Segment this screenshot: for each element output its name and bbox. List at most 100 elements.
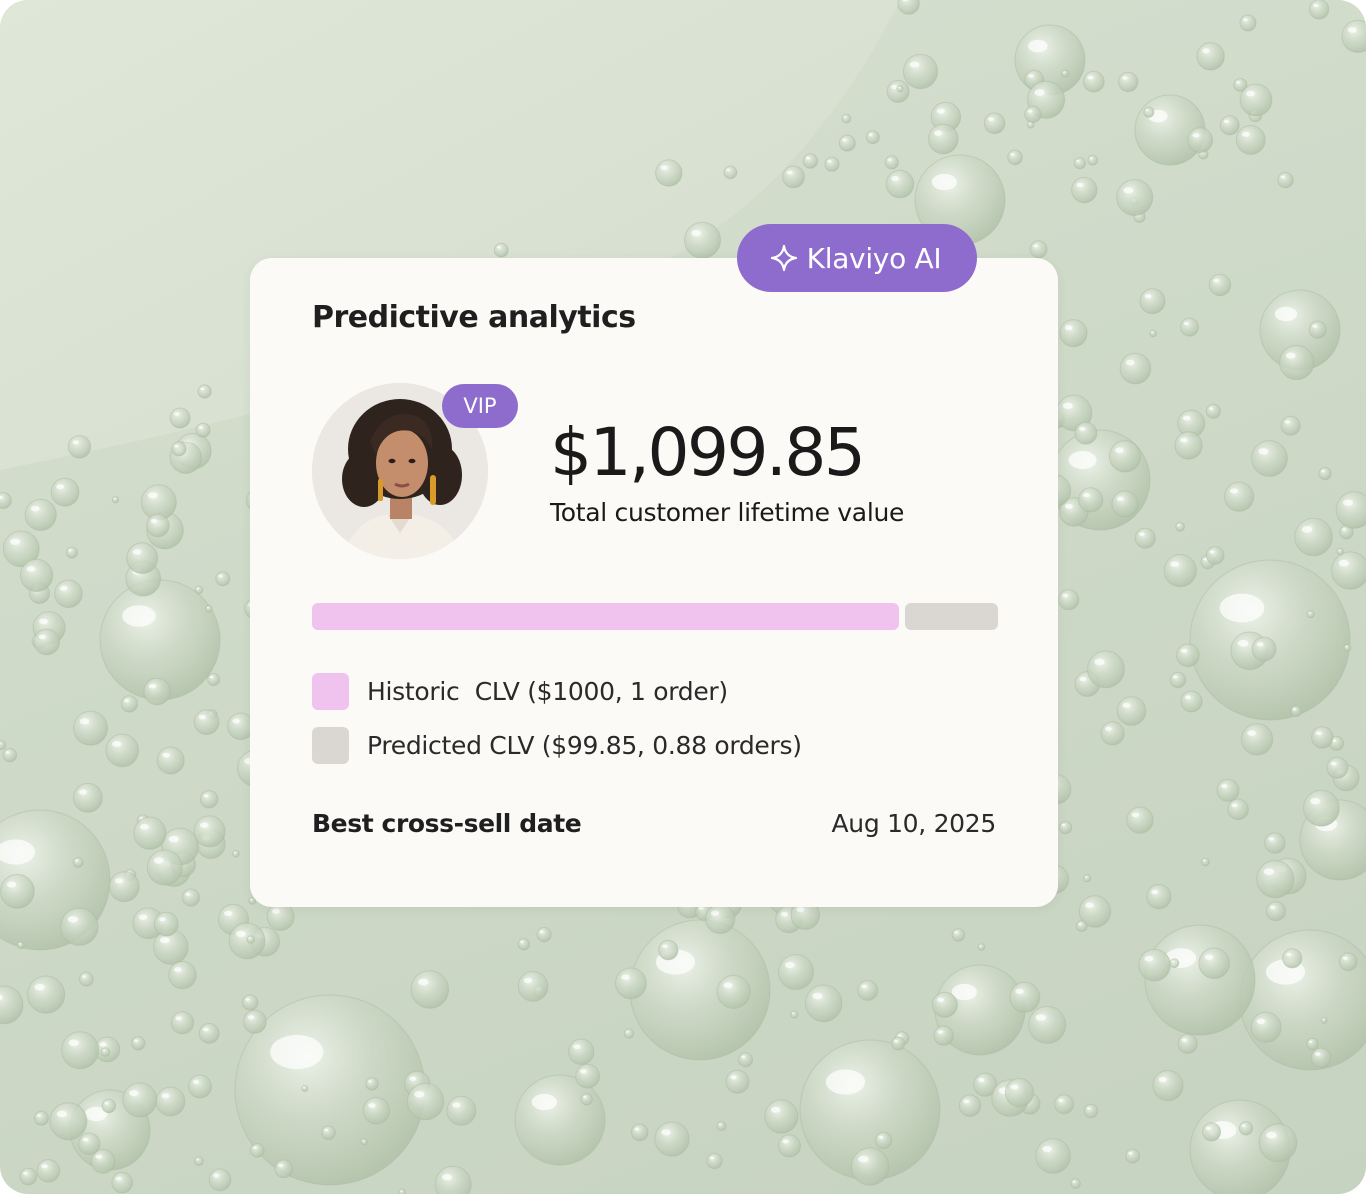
bubble [0, 873, 35, 909]
bubble-highlight [1145, 109, 1149, 111]
bubble [983, 112, 1006, 135]
bubble [1216, 778, 1240, 802]
bubble-highlight [843, 116, 846, 118]
bubble-highlight [792, 1012, 795, 1014]
bubble [131, 1036, 146, 1051]
bubble-highlight [400, 1190, 402, 1192]
bubble [1224, 481, 1255, 512]
bubble-highlight [418, 978, 429, 986]
bubble-highlight [198, 715, 206, 720]
bubble [169, 407, 191, 429]
bubble-highlight [1063, 71, 1065, 73]
bubble-highlight [1237, 639, 1249, 647]
bubble [1116, 179, 1154, 216]
bubble [1208, 273, 1232, 297]
bubble [865, 130, 880, 145]
bubble [658, 939, 679, 961]
bubble-highlight [82, 975, 86, 978]
bubble-highlight [825, 1069, 866, 1095]
legend-item-historic: Historic CLV ($1000, 1 order) [312, 673, 728, 710]
bubble [406, 1082, 445, 1121]
bubble-highlight [1058, 1098, 1064, 1103]
bubble [73, 710, 108, 746]
klaviyo-ai-badge[interactable]: Klaviyo AI [737, 224, 977, 292]
bubble [804, 984, 843, 1023]
bubble [1227, 798, 1249, 821]
bubble-highlight [660, 165, 668, 171]
bubble [1126, 806, 1154, 834]
bubble [951, 928, 966, 942]
bubble-highlight [662, 944, 668, 948]
bubble-highlight [784, 961, 795, 969]
bubble [568, 1038, 595, 1066]
bubble [1029, 240, 1048, 259]
bubble-highlight [786, 170, 793, 175]
bubble-highlight [203, 1027, 209, 1032]
bubble-highlight [158, 917, 166, 922]
bubble [1111, 490, 1139, 518]
bubble [802, 153, 819, 169]
bubble-highlight [23, 1171, 28, 1175]
bubble-highlight [1308, 1040, 1313, 1043]
bubble [1100, 721, 1125, 746]
bubble [1250, 1011, 1282, 1043]
bubble [50, 477, 80, 507]
bubble-highlight [232, 718, 240, 724]
bubble-highlight [1078, 922, 1082, 925]
total-clv-value: $1,099.85 [550, 414, 866, 491]
bubble-highlight [1015, 988, 1024, 994]
bubble [1251, 636, 1277, 662]
bubble-highlight [1064, 325, 1073, 331]
bubble [857, 979, 879, 1001]
bubble-highlight [1010, 153, 1015, 156]
bubble-highlight [1247, 730, 1256, 736]
bubble-highlight [805, 156, 810, 160]
bubble [111, 1171, 133, 1194]
bubble [933, 1025, 954, 1046]
bubble [65, 546, 78, 559]
bubble-highlight [936, 108, 945, 114]
bubble [1169, 671, 1187, 689]
bubble [60, 907, 99, 946]
bubble-highlight [200, 387, 205, 391]
bubble [1028, 1005, 1067, 1044]
bubble [1294, 517, 1333, 557]
bubble [243, 1009, 267, 1034]
bubble [146, 849, 183, 886]
bubble-highlight [1068, 451, 1097, 469]
bubble-highlight [102, 1049, 106, 1052]
bubble [1219, 115, 1240, 136]
bubble-highlight [324, 1128, 328, 1132]
bubble-highlight [441, 1173, 452, 1181]
bubble [824, 156, 840, 172]
bubble-highlight [539, 930, 544, 933]
bubble-highlight [937, 1030, 943, 1034]
card-title: Predictive analytics [312, 300, 636, 335]
bubble [168, 960, 197, 990]
bubble-highlight [741, 1055, 746, 1059]
bubble [26, 975, 66, 1014]
bubble [782, 165, 805, 189]
bubble-highlight [209, 676, 214, 679]
bubble-highlight [1139, 532, 1145, 536]
bubble-highlight [583, 1096, 587, 1098]
bubble-highlight [1268, 837, 1275, 841]
bubble [1336, 547, 1344, 556]
bubble [1335, 491, 1366, 529]
bubble-highlight [162, 752, 170, 758]
bubble-highlight [1223, 119, 1230, 124]
bubble [1078, 487, 1104, 513]
bubble-highlight [207, 607, 209, 609]
bubble-highlight [1122, 76, 1128, 80]
bubble-highlight [796, 906, 805, 913]
bubble-highlight [134, 1039, 138, 1042]
bubble-highlight [1241, 1124, 1246, 1127]
bubble-highlight [621, 974, 630, 980]
bubble [208, 1168, 232, 1192]
bubble [705, 903, 736, 935]
bubble-highlight [147, 492, 158, 499]
bubble-highlight [245, 998, 250, 1001]
bubble-highlight [272, 908, 280, 914]
bubble-highlight [691, 229, 702, 237]
bubble-highlight [34, 983, 45, 991]
